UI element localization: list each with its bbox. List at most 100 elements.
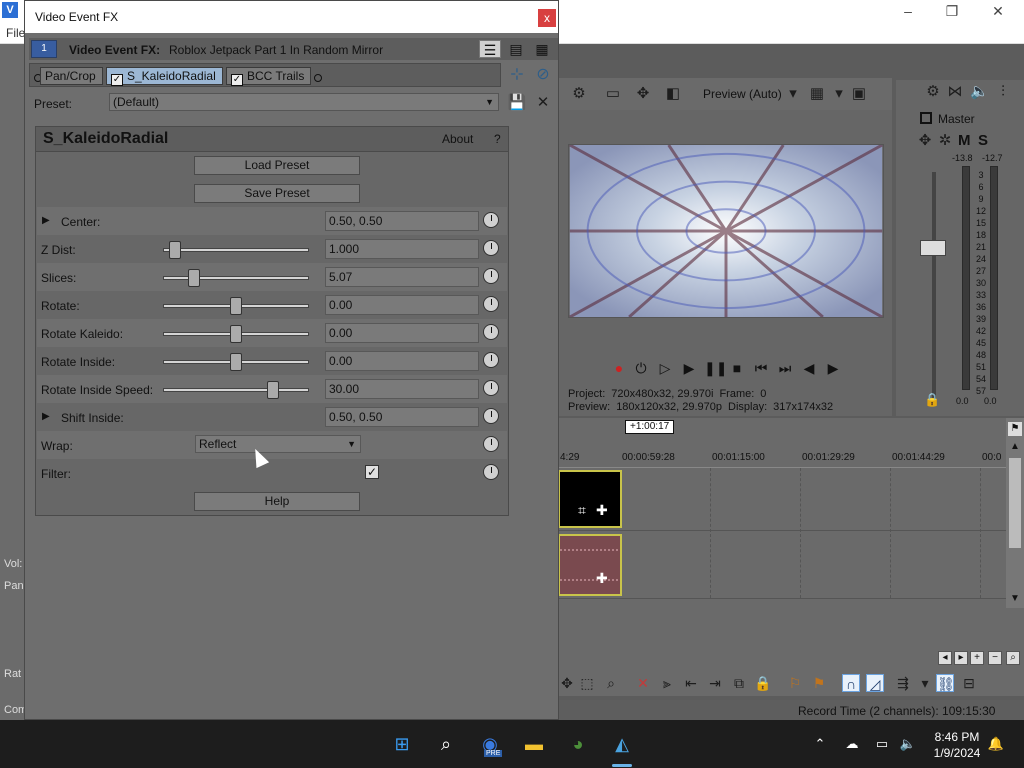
save-preset-icon[interactable]: 💾 bbox=[507, 93, 527, 113]
overlay-grid-icon[interactable]: ▦ bbox=[808, 85, 826, 103]
pan-crop-icon[interactable]: ⌗ bbox=[578, 502, 586, 519]
help-button[interactable]: Help bbox=[194, 492, 360, 511]
tray-chevron-icon[interactable]: ⌃ bbox=[810, 734, 830, 754]
keyframe-clock-icon[interactable] bbox=[483, 352, 499, 368]
keyframe-clock-icon[interactable] bbox=[483, 408, 499, 424]
preview-settings-icon[interactable]: ⚙ bbox=[570, 85, 588, 103]
timeline-vertical-scrollbar[interactable]: ⚑ ▲ ▼ bbox=[1006, 418, 1024, 608]
about-link[interactable]: About bbox=[442, 132, 473, 146]
event-fx-icon[interactable]: ✚ bbox=[596, 502, 608, 519]
video-clip[interactable]: ⌗ ✚ bbox=[558, 470, 622, 528]
plugin-chain-icon[interactable]: ⊹ bbox=[507, 65, 527, 85]
lock-event-icon[interactable]: 🔒 bbox=[754, 674, 772, 692]
normal-edit-tool-icon[interactable]: ✥ bbox=[558, 674, 576, 692]
previous-frame-button[interactable]: ◀ bbox=[800, 359, 818, 377]
zoom-out-button[interactable]: − bbox=[988, 651, 1002, 665]
rotate-kaleido-value-field[interactable]: 0.00 bbox=[325, 323, 479, 343]
enable-checkbox[interactable]: ✓ bbox=[231, 74, 243, 86]
windows-start-icon[interactable]: ⊞ bbox=[388, 730, 416, 758]
slices-slider-thumb[interactable] bbox=[187, 269, 200, 287]
marker-icon[interactable]: ⚑ bbox=[1008, 422, 1022, 436]
ignore-grouping-icon[interactable]: ⊟ bbox=[960, 674, 978, 692]
keyframe-clock-icon[interactable] bbox=[483, 380, 499, 396]
load-preset-button[interactable]: Load Preset bbox=[194, 156, 360, 175]
go-to-end-button[interactable]: ⏭ bbox=[776, 359, 794, 377]
grid-caret-icon[interactable]: ▾ bbox=[830, 85, 848, 103]
pan-icon[interactable]: ✥ bbox=[916, 132, 934, 150]
dialog-titlebar[interactable]: Video Event FX x bbox=[25, 1, 558, 33]
next-frame-button[interactable]: ▶ bbox=[824, 359, 842, 377]
help-question-link[interactable]: ? bbox=[494, 132, 501, 146]
chain-item-s-kaleidoradial[interactable]: ✓ S_KaleidoRadial bbox=[106, 67, 223, 86]
zoom-tool-icon[interactable]: ⌕ bbox=[602, 674, 620, 692]
master-fader[interactable] bbox=[920, 240, 946, 256]
view-list-icon[interactable]: ▤ bbox=[505, 40, 527, 58]
wrap-dropdown[interactable]: Reflect ▼ bbox=[195, 435, 361, 453]
lock-envelope-icon[interactable]: ⫶ bbox=[994, 83, 1012, 101]
selection-tool-icon[interactable]: ⬚ bbox=[578, 674, 596, 692]
center-value-field[interactable]: 0.50, 0.50 bbox=[325, 211, 479, 231]
chain-item-pan-crop[interactable]: Pan/Crop bbox=[40, 67, 103, 85]
mute-button[interactable]: M bbox=[958, 132, 977, 149]
vegas-pro-icon[interactable]: ◭ bbox=[608, 730, 636, 758]
slices-slider-track[interactable] bbox=[163, 276, 309, 280]
zoom-tool-button[interactable]: ⌕ bbox=[1006, 651, 1020, 665]
z-dist-slider-track[interactable] bbox=[163, 248, 309, 252]
external-monitor-icon[interactable]: ▭ bbox=[604, 85, 622, 103]
trim-end-icon[interactable]: ⇥ bbox=[706, 674, 724, 692]
auto-crossfade-icon[interactable]: ◿ bbox=[866, 674, 884, 692]
scroll-right-arrow[interactable]: ▸ bbox=[954, 651, 968, 665]
rotate-inside-value-field[interactable]: 0.00 bbox=[325, 351, 479, 371]
keyframe-clock-icon[interactable] bbox=[483, 268, 499, 284]
enable-checkbox[interactable]: ✓ bbox=[111, 74, 123, 86]
rotate-inside-speed-slider-track[interactable] bbox=[163, 388, 309, 392]
rotate-slider-thumb[interactable] bbox=[230, 297, 242, 315]
vertical-scroll-thumb[interactable] bbox=[1009, 458, 1021, 548]
trim-icon[interactable]: ⫸ bbox=[658, 674, 676, 692]
rotate-inside-speed-value-field[interactable]: 30.00 bbox=[325, 379, 479, 399]
rotate-inside-speed-slider-thumb[interactable] bbox=[266, 381, 279, 399]
search-icon[interactable]: ⌕ bbox=[432, 730, 460, 758]
volume-icon[interactable]: 🔈 bbox=[898, 734, 918, 754]
network-icon[interactable]: ▭ bbox=[872, 734, 892, 754]
menu-file[interactable]: File bbox=[6, 26, 25, 40]
fader-lock-icon[interactable]: 🔒 bbox=[924, 392, 940, 408]
filter-checkbox[interactable]: ✓ bbox=[365, 465, 379, 479]
save-snapshot-icon[interactable]: ▣ bbox=[850, 85, 868, 103]
ripple-caret-icon[interactable]: ▾ bbox=[916, 674, 934, 692]
downmix-icon[interactable]: ⋈ bbox=[946, 83, 964, 101]
keyframe-clock-icon[interactable] bbox=[483, 464, 499, 480]
shift-inside-value-field[interactable]: 0.50, 0.50 bbox=[325, 407, 479, 427]
play-from-start-button[interactable]: ▷ bbox=[656, 359, 674, 377]
trim-start-icon[interactable]: ⇤ bbox=[682, 674, 700, 692]
zoom-in-button[interactable]: + bbox=[970, 651, 984, 665]
expand-arrow-icon[interactable]: ▶ bbox=[42, 411, 50, 422]
scroll-up-arrow[interactable]: ▲ bbox=[1008, 440, 1022, 454]
snapping-icon[interactable]: ∩ bbox=[842, 674, 860, 692]
quality-caret-icon[interactable]: ▾ bbox=[784, 85, 802, 103]
ripple-edit-icon[interactable]: ⇶ bbox=[894, 674, 912, 692]
audio-event-fx-icon[interactable]: ✚ bbox=[596, 570, 608, 587]
keyframe-clock-icon[interactable] bbox=[483, 324, 499, 340]
fx-icon[interactable]: ✲ bbox=[936, 132, 954, 150]
loop-playback-button[interactable]: ⏻ bbox=[632, 359, 650, 377]
z-dist-slider-thumb[interactable] bbox=[168, 241, 181, 259]
audio-clip[interactable]: ✚ bbox=[558, 534, 622, 596]
scroll-down-arrow[interactable]: ▼ bbox=[1008, 592, 1022, 606]
chrome-icon[interactable]: ◕ bbox=[564, 730, 592, 758]
cloud-icon[interactable]: ☁ bbox=[842, 734, 862, 754]
delete-icon[interactable]: ✕ bbox=[634, 674, 652, 692]
delete-preset-icon[interactable]: ✕ bbox=[533, 93, 553, 113]
system-clock[interactable]: 8:46 PM 1/9/2024 bbox=[922, 729, 992, 761]
minimize-icon[interactable]: – bbox=[894, 2, 922, 20]
slices-value-field[interactable]: 5.07 bbox=[325, 267, 479, 287]
preview-quality-dropdown[interactable]: Preview (Auto) bbox=[703, 87, 782, 101]
record-button[interactable]: ● bbox=[610, 359, 628, 377]
z-dist-value-field[interactable]: 1.000 bbox=[325, 239, 479, 259]
master-settings-icon[interactable]: ⚙ bbox=[924, 83, 942, 101]
restore-icon[interactable]: ❐ bbox=[938, 2, 966, 20]
file-explorer-icon[interactable]: ▬ bbox=[520, 730, 548, 758]
preset-dropdown[interactable]: (Default) ▼ bbox=[109, 93, 499, 111]
time-ruler[interactable]: 4:29 00:00:59:28 00:01:15:00 00:01:29:29… bbox=[558, 450, 1006, 468]
go-to-start-button[interactable]: ⏮ bbox=[752, 359, 770, 377]
